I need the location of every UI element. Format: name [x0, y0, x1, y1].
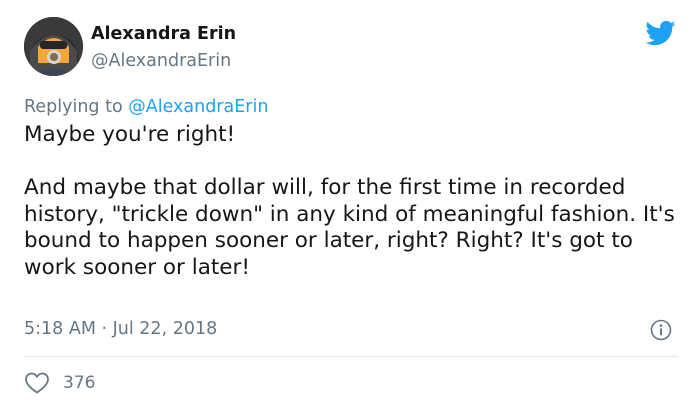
divider	[24, 356, 678, 357]
avatar-image	[24, 17, 83, 76]
twitter-bird-icon[interactable]	[645, 18, 677, 48]
tweet-paragraph: Maybe you're right!	[24, 122, 236, 147]
author-handle[interactable]: @AlexandraErin	[91, 51, 231, 71]
replying-to: Replying to @AlexandraErin	[24, 97, 268, 117]
tweet-paragraph: And maybe that dollar will, for the firs…	[24, 175, 675, 280]
info-icon[interactable]	[650, 319, 672, 341]
tweet-text: Maybe you're right! And maybe that dolla…	[24, 122, 684, 281]
like-button[interactable]: 376	[24, 371, 95, 395]
heart-icon	[25, 372, 49, 394]
avatar[interactable]	[24, 17, 83, 76]
author-display-name[interactable]: Alexandra Erin	[91, 24, 236, 44]
reply-mention-link[interactable]: @AlexandraErin	[128, 97, 268, 117]
tweet-timestamp[interactable]: 5:18 AM · Jul 22, 2018	[24, 319, 217, 339]
replying-to-label: Replying to	[24, 97, 129, 117]
like-count: 376	[63, 373, 96, 393]
